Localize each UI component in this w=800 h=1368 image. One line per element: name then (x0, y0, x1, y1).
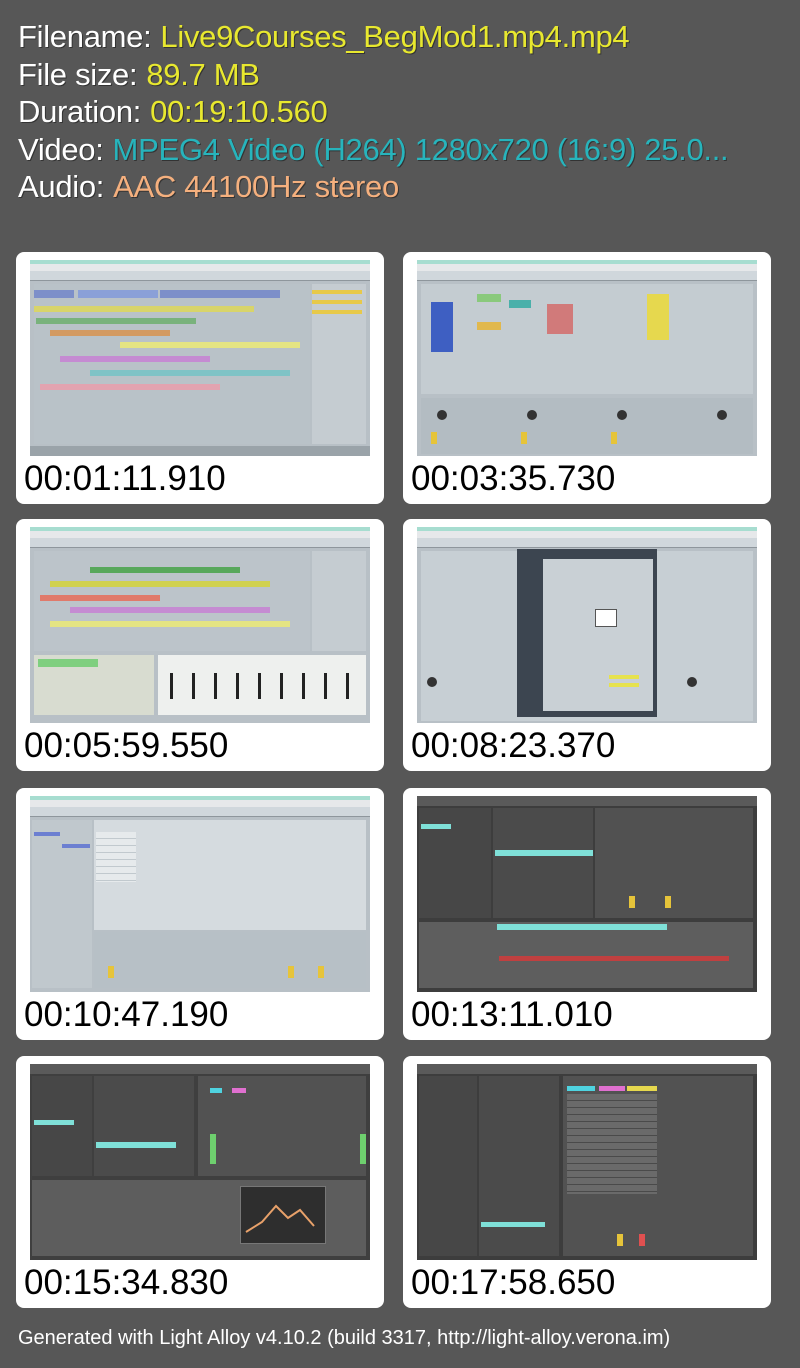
filename-line: Filename: Live9Courses_BegMod1.mp4.mp4 (18, 18, 728, 56)
thumbnail-timestamp-6: 00:13:11.010 (411, 995, 613, 1034)
duration-line: Duration: 00:19:10.560 (18, 93, 728, 131)
thumbnail-timestamp-3: 00:05:59.550 (24, 726, 229, 765)
video-line: Video: MPEG4 Video (H264) 1280x720 (16:9)… (18, 131, 729, 169)
thumbnail-card-7[interactable]: 00:15:34.830 (16, 1056, 384, 1308)
thumbnail-image-8[interactable] (417, 1064, 757, 1260)
duration-label: Duration: (18, 94, 142, 129)
filesize-value: 89.7 MB (146, 56, 260, 92)
thumbnail-image-2[interactable] (417, 260, 757, 456)
video-value: MPEG4 Video (H264) 1280x720 (16:9) 25.0.… (112, 131, 729, 167)
thumbnail-card-5[interactable]: 00:10:47.190 (16, 788, 384, 1040)
thumbnail-card-8[interactable]: 00:17:58.650 (403, 1056, 771, 1308)
thumbnail-image-3[interactable] (30, 527, 370, 723)
thumbnail-image-4[interactable] (417, 527, 757, 723)
thumbnail-card-4[interactable]: 00:08:23.370 (403, 519, 771, 771)
file-info-header: Filename: Live9Courses_BegMod1.mp4.mp4 Fi… (18, 18, 729, 206)
thumbnail-image-1[interactable] (30, 260, 370, 456)
thumbnail-timestamp-5: 00:10:47.190 (24, 995, 229, 1034)
filesize-line: File size: 89.7 MB (18, 56, 728, 94)
thumbnail-card-6[interactable]: 00:13:11.010 (403, 788, 771, 1040)
thumbnail-image-7[interactable] (30, 1064, 370, 1260)
thumbnail-timestamp-1: 00:01:11.910 (24, 459, 226, 498)
audio-line: Audio: AAC 44100Hz stereo (18, 168, 728, 206)
waveshaper-curve (245, 1204, 315, 1233)
thumbnail-card-2[interactable]: 00:03:35.730 (403, 252, 771, 504)
thumbnail-timestamp-7: 00:15:34.830 (24, 1263, 229, 1302)
filename-value: Live9Courses_BegMod1.mp4.mp4 (160, 19, 630, 54)
filename-label: Filename: (18, 19, 152, 54)
filesize-label: File size: (18, 56, 138, 92)
duration-value: 00:19:10.560 (150, 94, 328, 129)
video-label: Video: (18, 131, 104, 167)
audio-value: AAC 44100Hz stereo (113, 169, 399, 204)
thumbnail-timestamp-8: 00:17:58.650 (411, 1263, 616, 1302)
generator-footer: Generated with Light Alloy v4.10.2 (buil… (18, 1327, 671, 1349)
thumbnail-image-6[interactable] (417, 796, 757, 992)
thumbnail-image-5[interactable] (30, 796, 370, 992)
audio-label: Audio: (18, 169, 105, 204)
thumbnail-timestamp-4: 00:08:23.370 (411, 726, 616, 765)
thumbnail-card-3[interactable]: 00:05:59.550 (16, 519, 384, 771)
thumbnail-card-1[interactable]: 00:01:11.910 (16, 252, 384, 504)
thumbnail-timestamp-2: 00:03:35.730 (411, 459, 616, 498)
